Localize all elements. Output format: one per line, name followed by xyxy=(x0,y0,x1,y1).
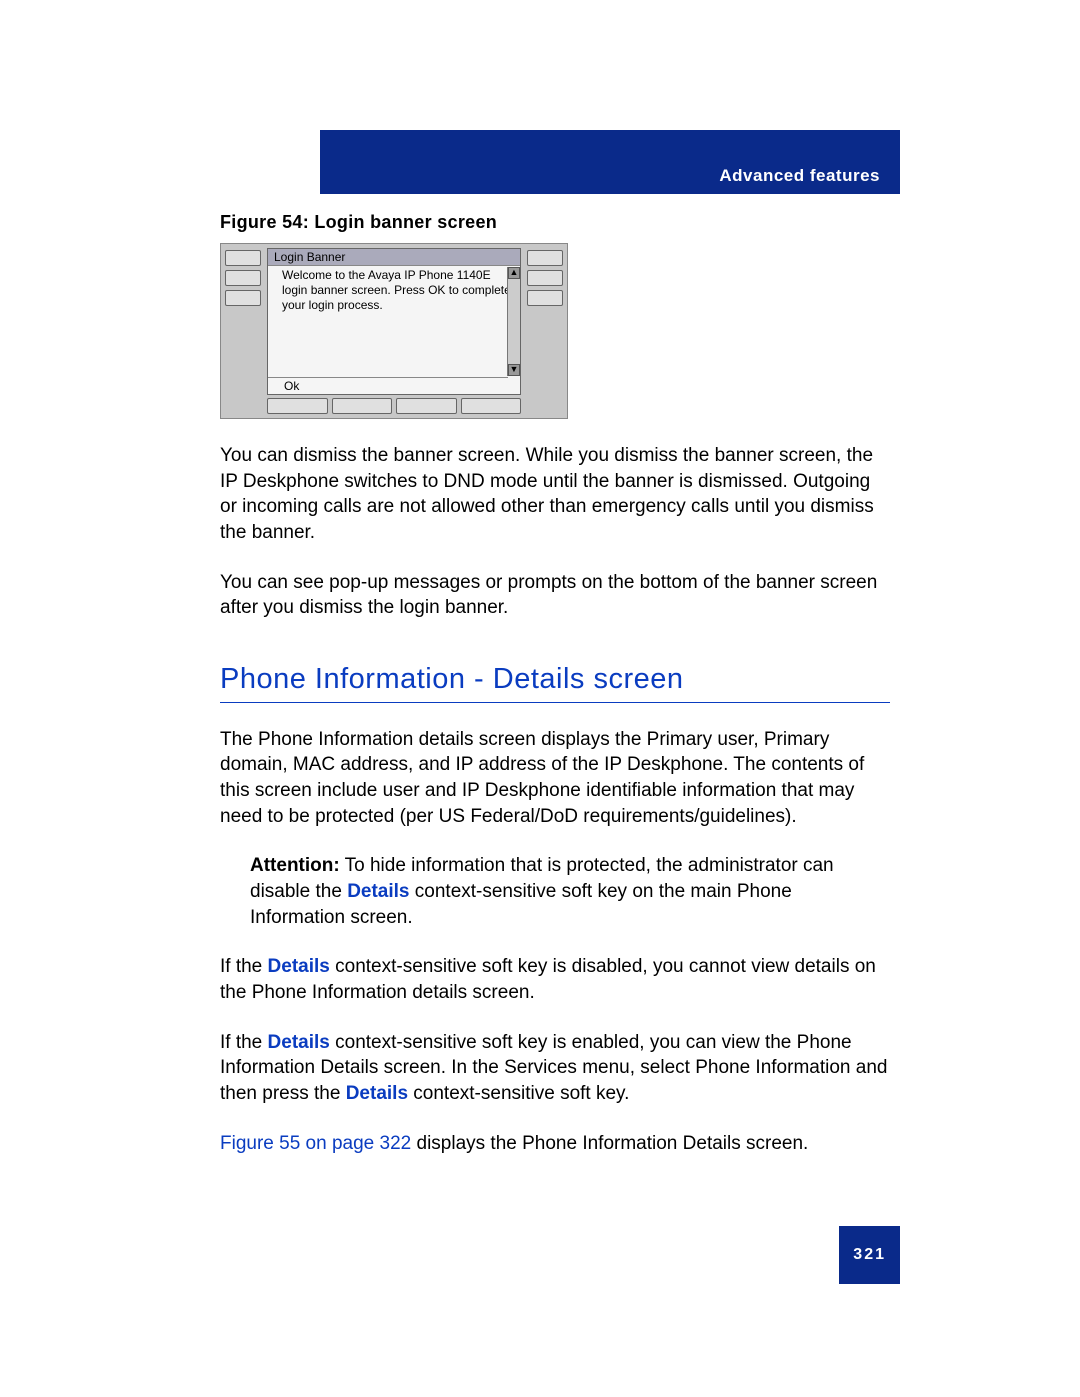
lcd-center: Login Banner Welcome to the Avaya IP Pho… xyxy=(265,244,523,418)
bottom-softkey-3 xyxy=(396,398,457,414)
lcd-ok-label: Ok xyxy=(284,379,299,393)
scroll-up-icon: ▲ xyxy=(508,267,520,279)
page-number-container: 321 xyxy=(220,1226,890,1290)
attention-label: Attention: xyxy=(250,855,340,876)
lcd-banner-titlebar: Login Banner xyxy=(268,249,520,266)
attention-block: Attention: To hide information that is p… xyxy=(250,853,890,930)
p5-details-word: Details xyxy=(268,1032,330,1053)
paragraph-details-enabled: If the Details context-sensitive soft ke… xyxy=(220,1030,890,1107)
paragraph-details-disabled: If the Details context-sensitive soft ke… xyxy=(220,954,890,1005)
paragraph-phone-info-desc: The Phone Information details screen dis… xyxy=(220,727,890,830)
p6-after: displays the Phone Information Details s… xyxy=(411,1133,808,1154)
left-softkey-2 xyxy=(225,270,261,286)
figure-54-caption: Figure 54: Login banner screen xyxy=(220,212,890,233)
login-banner-screenshot: Login Banner Welcome to the Avaya IP Pho… xyxy=(220,243,568,419)
figure-55-link[interactable]: Figure 55 on page 322 xyxy=(220,1133,411,1154)
right-softkey-3 xyxy=(527,290,563,306)
bottom-softkey-2 xyxy=(332,398,393,414)
attention-details-word: Details xyxy=(347,881,409,902)
paragraph-dismiss-banner: You can dismiss the banner screen. While… xyxy=(220,443,890,546)
document-page: Advanced features Figure 54: Login banne… xyxy=(0,0,1080,1370)
right-softkeys xyxy=(523,244,567,418)
right-softkey-2 xyxy=(527,270,563,286)
section-heading-phone-info: Phone Information - Details screen xyxy=(220,663,890,703)
lcd-ok-row: Ok xyxy=(268,377,508,394)
paragraph-popup-messages: You can see pop-up messages or prompts o… xyxy=(220,570,890,621)
lcd-scrollbar: ▲ ▼ xyxy=(507,267,520,376)
lcd-banner-title: Login Banner xyxy=(274,250,345,264)
scroll-down-icon: ▼ xyxy=(508,364,520,376)
lcd-banner-body: Welcome to the Avaya IP Phone 1140E logi… xyxy=(268,266,520,315)
lcd-main-panel: Login Banner Welcome to the Avaya IP Pho… xyxy=(267,248,521,395)
left-softkey-1 xyxy=(225,250,261,266)
left-softkeys xyxy=(221,244,265,418)
p5-after: context-sensitive soft key. xyxy=(408,1083,629,1104)
p5-details-word-2: Details xyxy=(346,1083,408,1104)
bottom-softkeys-row xyxy=(267,395,521,414)
paragraph-figure55-ref: Figure 55 on page 322 displays the Phone… xyxy=(220,1131,890,1157)
header-bar: Advanced features xyxy=(320,130,900,194)
right-softkey-1 xyxy=(527,250,563,266)
page-number: 321 xyxy=(839,1226,900,1284)
left-softkey-3 xyxy=(225,290,261,306)
header-section-label: Advanced features xyxy=(719,166,880,186)
p4-before: If the xyxy=(220,956,268,977)
p4-details-word: Details xyxy=(268,956,330,977)
p5-before: If the xyxy=(220,1032,268,1053)
bottom-softkey-1 xyxy=(267,398,328,414)
bottom-softkey-4 xyxy=(461,398,522,414)
